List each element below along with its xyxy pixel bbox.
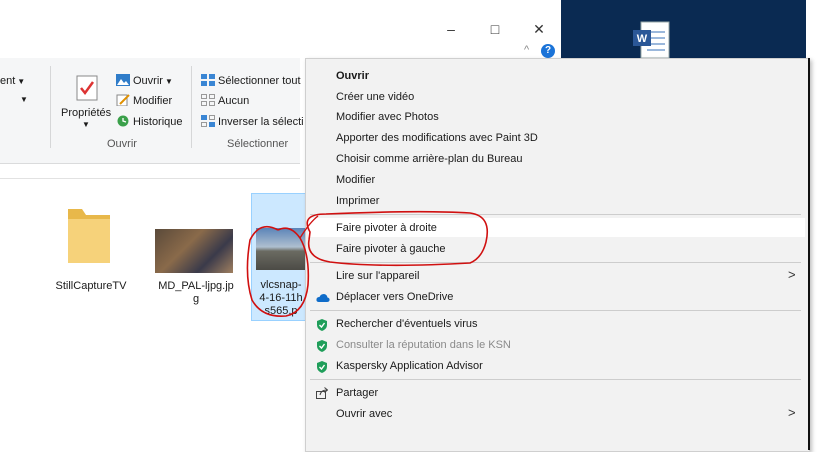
annotation-circle-rotate	[306, 210, 489, 267]
annotation-circle-file	[246, 225, 310, 317]
red-annotation-overlay	[246, 210, 489, 317]
